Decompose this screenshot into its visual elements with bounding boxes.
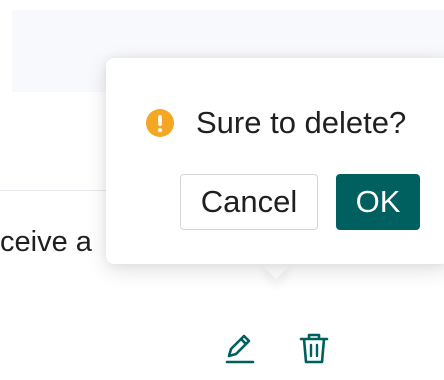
edit-icon[interactable]	[222, 330, 258, 366]
delete-confirm-popover	[106, 58, 444, 264]
popover-message-text: Sure to delete?	[196, 105, 407, 140]
ok-button[interactable]: OK	[336, 174, 420, 230]
page: ceive a Sure to delete? Cancel OK	[0, 0, 444, 380]
exclamation-circle-icon	[146, 109, 174, 137]
cancel-button[interactable]: Cancel	[180, 174, 318, 230]
popover-message: Sure to delete?	[144, 104, 406, 142]
delete-icon[interactable]	[296, 330, 332, 366]
table-cell-text: ceive a	[0, 226, 92, 258]
